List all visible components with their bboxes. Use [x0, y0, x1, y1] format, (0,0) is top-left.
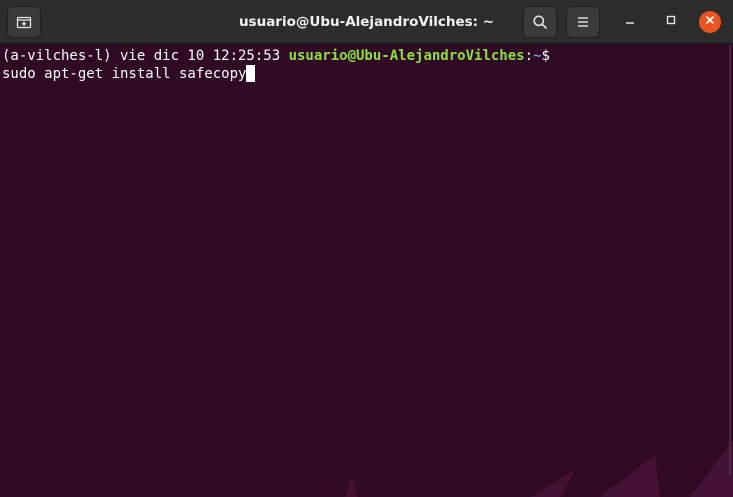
minimize-icon [624, 13, 636, 31]
header-bar: usuario@Ubu-AlejandroVilches: ~ [0, 0, 733, 44]
text-cursor [246, 65, 256, 82]
prompt-colon: : [524, 48, 534, 64]
close-button[interactable] [699, 11, 721, 33]
terminal-area[interactable]: (a-vilches-l) vie dic 10 12:25:53 usuari… [0, 45, 733, 497]
minimize-button[interactable] [619, 11, 641, 33]
maximize-icon [665, 13, 677, 31]
scrollbar[interactable] [729, 45, 731, 475]
maximize-button[interactable] [660, 11, 682, 33]
search-icon [532, 14, 548, 30]
hamburger-menu-icon [576, 15, 590, 29]
command-text: sudo apt-get install safecopy [2, 66, 247, 82]
search-button[interactable] [523, 6, 557, 38]
new-tab-icon [16, 14, 32, 30]
background-wallpaper-glow [345, 440, 733, 497]
prompt-symbol: $ [541, 48, 550, 64]
prompt-line: (a-vilches-l) vie dic 10 12:25:53 usuari… [2, 47, 550, 65]
command-line[interactable]: sudo apt-get install safecopy [2, 65, 256, 83]
terminal-window: usuario@Ubu-AlejandroVilches: ~ (a-vilch… [0, 0, 733, 497]
prompt-user-host: usuario@Ubu-AlejandroVilches [288, 48, 525, 64]
new-tab-button[interactable] [7, 6, 41, 38]
prompt-env-time: (a-vilches-l) vie dic 10 12:25:53 [2, 48, 289, 64]
close-icon [704, 13, 716, 31]
menu-button[interactable] [566, 6, 600, 38]
